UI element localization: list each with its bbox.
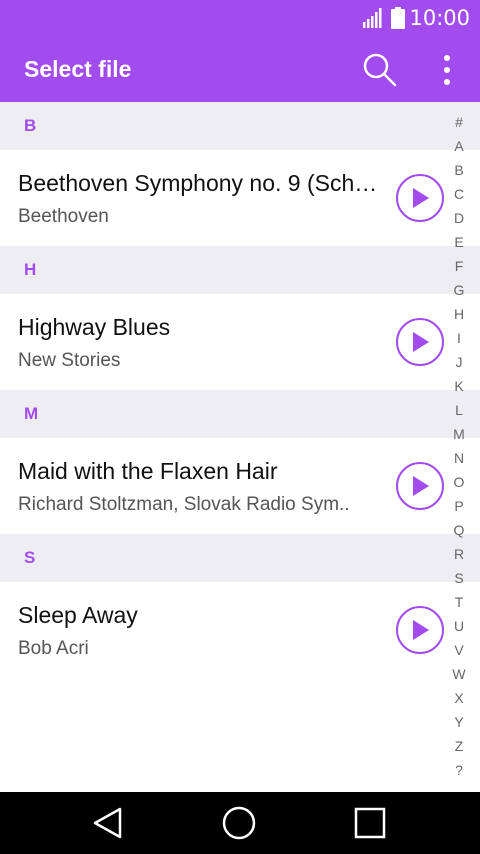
app-bar: Select file (0, 36, 480, 102)
index-letter[interactable]: P (444, 494, 474, 518)
status-time: 10:00 (409, 6, 470, 30)
index-letter[interactable]: N (444, 446, 474, 470)
index-letter[interactable]: M (444, 422, 474, 446)
home-button[interactable] (219, 803, 259, 843)
item-subtitle: Beethoven (18, 206, 109, 227)
search-icon (363, 53, 397, 87)
more-options-button[interactable] (430, 50, 464, 90)
section-header-m: M (0, 390, 480, 438)
index-letter[interactable]: Y (444, 710, 474, 734)
index-letter[interactable]: O (444, 470, 474, 494)
index-letter[interactable]: Z (444, 734, 474, 758)
index-letter[interactable]: L (444, 398, 474, 422)
status-bar: 10:00 (0, 0, 480, 36)
section-header-h: H (0, 246, 480, 294)
play-icon (413, 620, 429, 640)
play-icon (413, 188, 429, 208)
list-item[interactable]: Highway Blues New Stories (0, 294, 480, 390)
item-title: Maid with the Flaxen Hair (18, 458, 278, 484)
item-subtitle: Richard Stoltzman, Slovak Radio Sym.. (18, 494, 350, 515)
index-letter[interactable]: Q (444, 518, 474, 542)
item-subtitle: Bob Acri (18, 638, 89, 659)
recents-button[interactable] (350, 803, 390, 843)
section-header-s: S (0, 534, 480, 582)
index-letter[interactable]: K (444, 374, 474, 398)
navigation-bar (0, 792, 480, 854)
file-list[interactable]: B Beethoven Symphony no. 9 (Sch… Beethov… (0, 102, 480, 792)
index-letter[interactable]: C (444, 182, 474, 206)
play-icon (413, 476, 429, 496)
home-circle-icon (222, 806, 256, 840)
index-letter[interactable]: E (444, 230, 474, 254)
play-icon (413, 332, 429, 352)
play-button[interactable] (396, 174, 444, 222)
index-letter[interactable]: J (444, 350, 474, 374)
index-letter[interactable]: D (444, 206, 474, 230)
signal-icon (363, 8, 382, 28)
list-item[interactable]: Maid with the Flaxen Hair Richard Stoltz… (0, 438, 480, 534)
index-letter[interactable]: S (444, 566, 474, 590)
index-letter[interactable]: R (444, 542, 474, 566)
item-subtitle: New Stories (18, 350, 121, 371)
alphabet-index-bar[interactable]: # A B C D E F G H I J K L M N O P Q R S T U V W X Y Z? (444, 110, 474, 782)
index-letter[interactable]: # (444, 110, 474, 134)
back-button[interactable] (88, 803, 128, 843)
item-title: Highway Blues (18, 314, 171, 340)
search-button[interactable] (360, 50, 400, 90)
battery-icon (391, 7, 406, 29)
item-title: Sleep Away (18, 602, 138, 628)
more-vertical-icon (444, 55, 450, 85)
list-item[interactable]: Sleep Away Bob Acri (0, 582, 480, 678)
index-letter[interactable]: T (444, 590, 474, 614)
back-triangle-icon (93, 807, 122, 839)
index-letter[interactable]: A (444, 134, 474, 158)
index-letter[interactable]: W (444, 662, 474, 686)
recents-square-icon (354, 807, 386, 839)
index-letter[interactable]: I (444, 326, 474, 350)
page-title: Select file (24, 55, 132, 82)
play-button[interactable] (396, 318, 444, 366)
index-letter[interactable]: X (444, 686, 474, 710)
index-letter[interactable]: U (444, 614, 474, 638)
index-letter[interactable]: F (444, 254, 474, 278)
index-letter[interactable]: V (444, 638, 474, 662)
index-letter[interactable]: H (444, 302, 474, 326)
index-letter[interactable]: G (444, 278, 474, 302)
section-header-b: B (0, 102, 480, 150)
play-button[interactable] (396, 462, 444, 510)
index-letter[interactable]: ? (444, 758, 474, 782)
index-letter[interactable]: B (444, 158, 474, 182)
item-title: Beethoven Symphony no. 9 (Sch… (18, 170, 378, 196)
play-button[interactable] (396, 606, 444, 654)
list-item[interactable]: Beethoven Symphony no. 9 (Sch… Beethoven (0, 150, 480, 246)
